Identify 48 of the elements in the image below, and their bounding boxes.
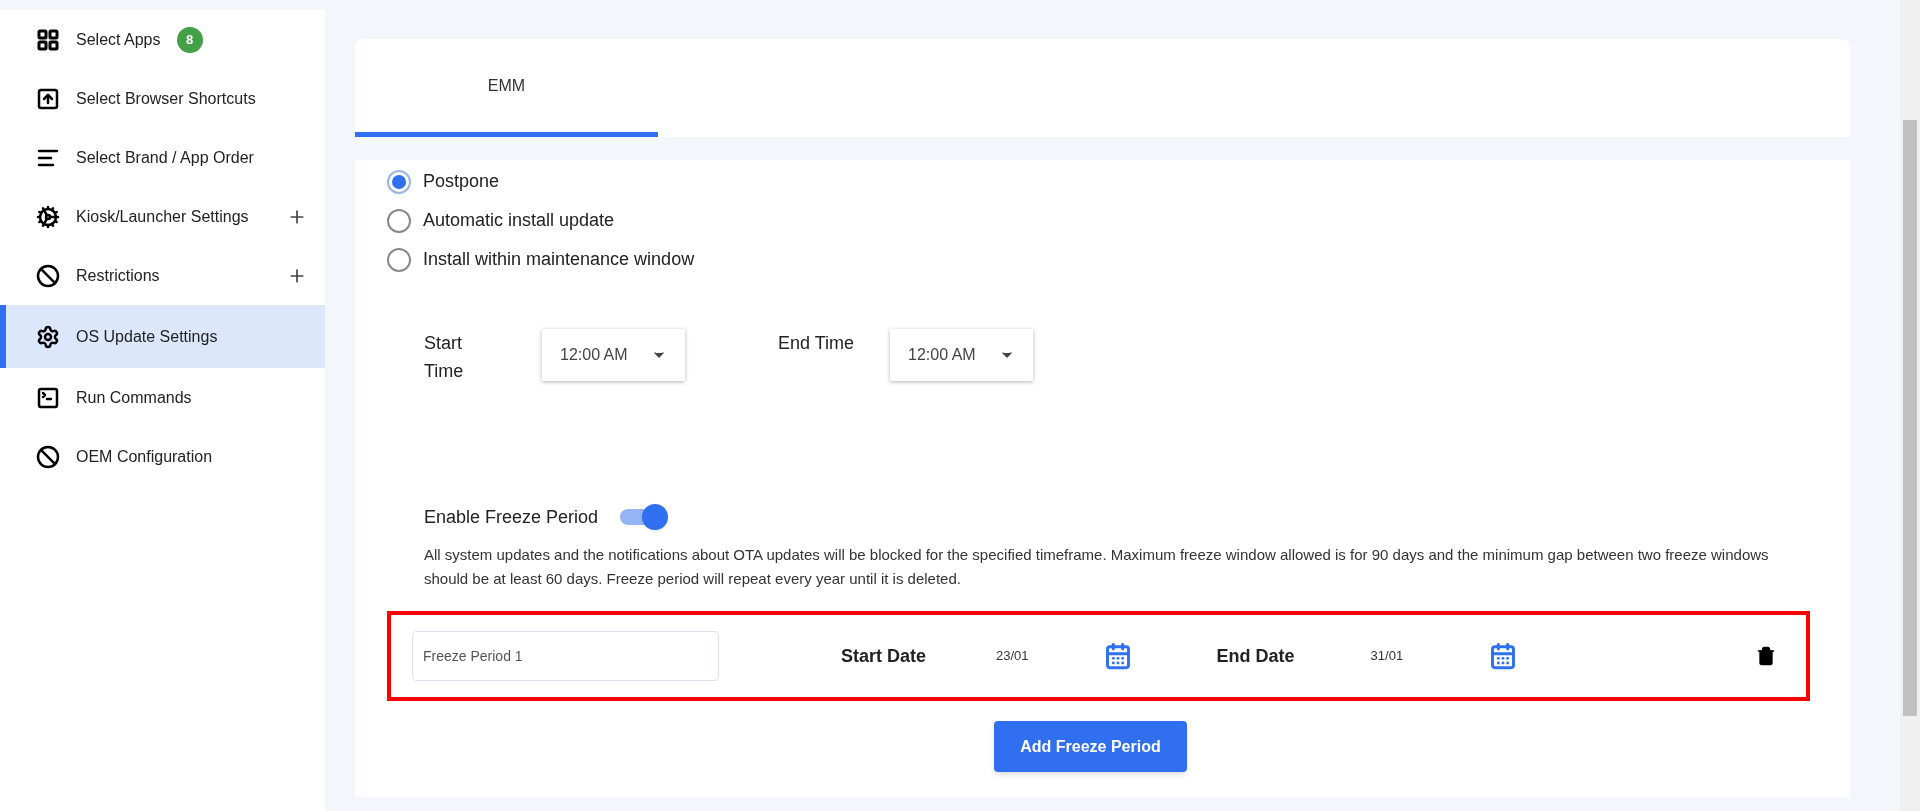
period-name-field[interactable]: Freeze Period 1 [412,631,719,681]
freeze-label: Enable Freeze Period [424,505,599,529]
radio-label: Automatic install update [423,209,615,232]
sidebar-label: Kiosk/Launcher Settings [76,206,249,227]
prohibited-icon [36,263,60,288]
add-freeze-period-button[interactable]: Add Freeze Period [994,721,1187,772]
time-dropdown[interactable]: 12:00 AM [542,329,685,381]
delete-icon[interactable] [1756,646,1776,666]
sidebar-item[interactable]: Run Commands [0,368,325,427]
sidebar-item[interactable]: Select Apps 8 [0,10,325,69]
sidebar-label: OS Update Settings [76,326,218,347]
tab[interactable]: EMM [355,39,658,137]
sidebar-label: Run Commands [76,387,192,408]
sidebar-item[interactable]: Select Browser Shortcuts [0,69,325,128]
sidebar-item[interactable]: Restrictions [0,246,325,305]
calendar-icon[interactable] [1103,642,1132,670]
start-time-label: Start Time [424,332,465,383]
radio-button[interactable] [387,169,411,194]
calendar-icon[interactable] [1489,642,1518,670]
sidebar-label: Select Browser Shortcuts [76,88,256,109]
sidebar-label: Select Brand / App Order [76,147,254,168]
count-badge: 8 [176,26,203,53]
sidebar-label: OEM Configuration [76,446,213,467]
sidebar-item[interactable]: OEM Configuration [0,427,325,486]
prohibited-icon [36,444,60,469]
radio-label: Postpone [423,170,500,193]
sidebar-item[interactable]: Kiosk/Launcher Settings [0,187,325,246]
settings-icon [36,324,60,349]
date-value: 31/01 [1370,647,1404,666]
time-dropdown[interactable]: 12:00 AM [890,329,1034,381]
sidebar-item[interactable]: Select Brand / App Order [0,128,325,187]
date-value: 23/01 [996,647,1029,666]
radio-label: Install within maintenance window [423,248,695,271]
gear-box-icon [36,204,60,229]
terminal-icon [36,385,60,410]
sidebar-item[interactable]: OS Update Settings [0,305,325,368]
upload-box-icon [36,86,60,111]
end-time-label: End Time [778,332,855,355]
scrollbar[interactable] [1900,0,1920,811]
radio-button[interactable] [387,247,411,272]
start-date-label: Start Date [841,644,927,668]
sidebar-label: Restrictions [76,265,160,286]
toggle-switch[interactable] [618,503,669,531]
grid-icon [36,27,60,52]
sidebar-label: Select Apps [76,29,161,50]
freeze-description: All system updates and the notifications about OTA updates will be blocked for the specified timeframe. Maximum freeze window allowed is for 90 days and the minimum gap between two freeze windows should be at least 60 days. Freeze period will repeat every year until it is deleted. [423,545,1770,589]
end-date-label: End Date [1216,644,1295,668]
radio-button[interactable] [387,208,411,233]
